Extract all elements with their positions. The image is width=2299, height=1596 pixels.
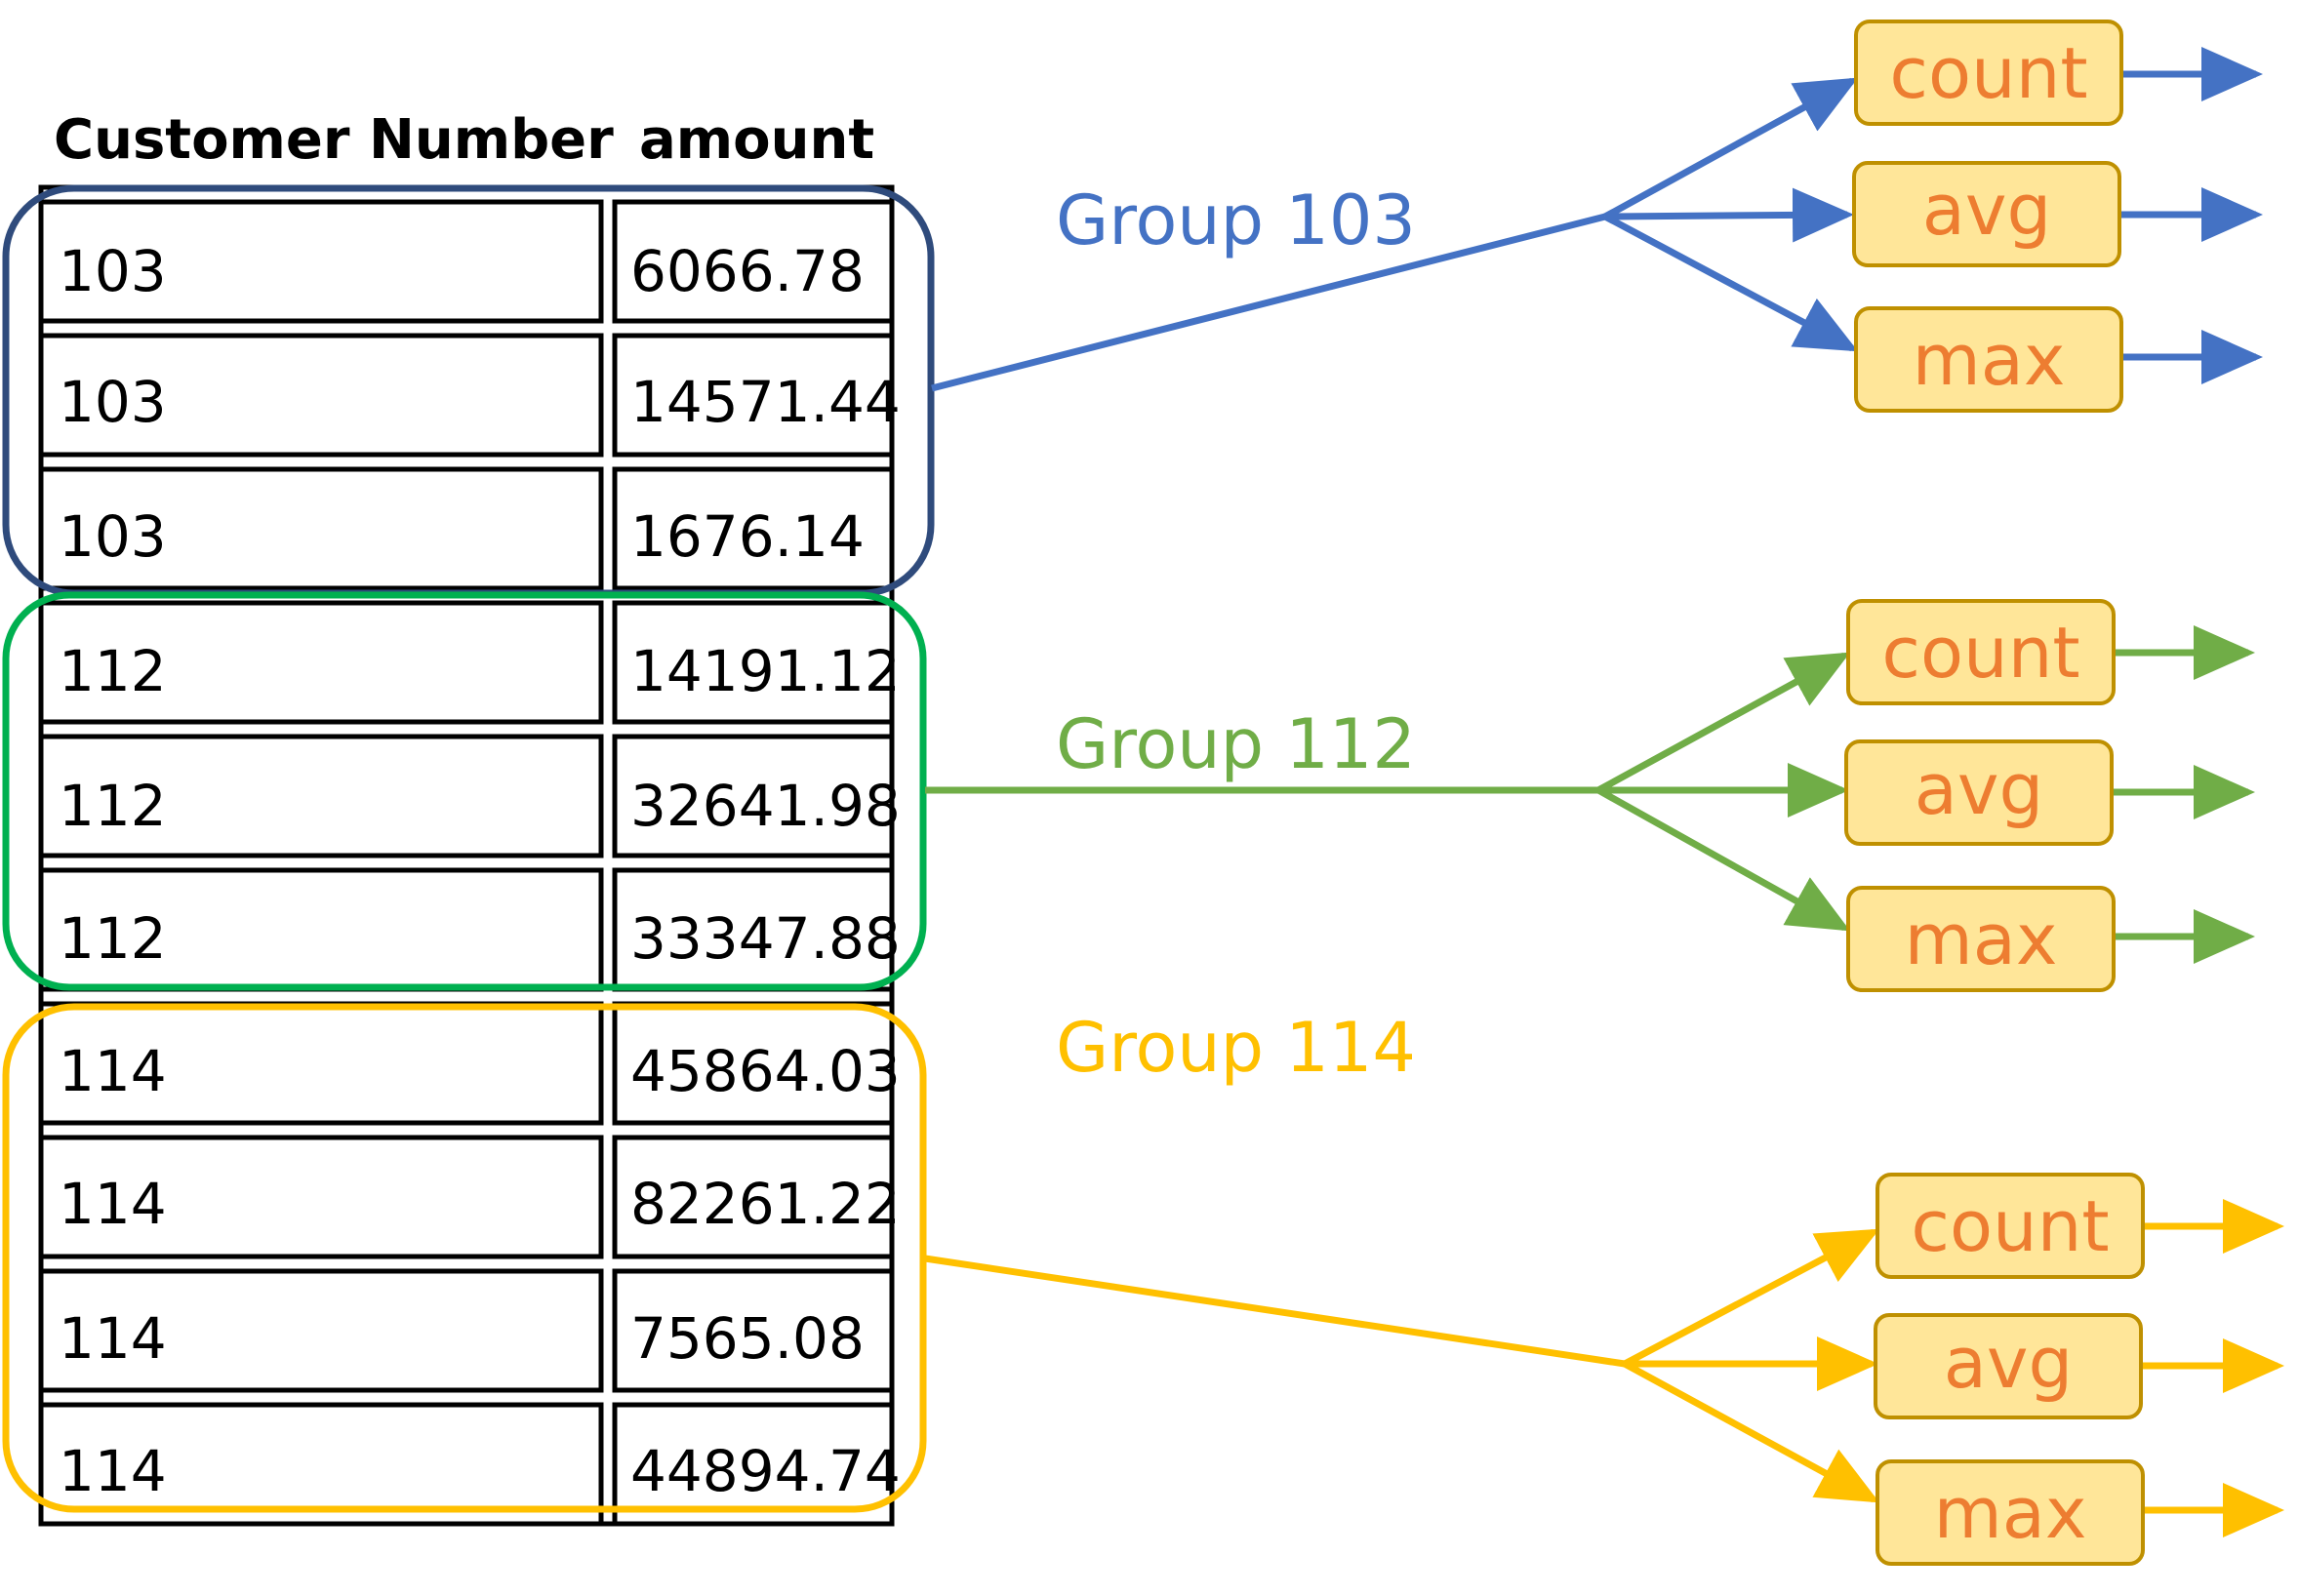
table-row: 103 6066.78 — [38, 199, 895, 324]
cell-customer: 114 — [59, 1438, 167, 1504]
header-amount: amount — [639, 108, 874, 172]
table-row: 103 1676.14 — [38, 466, 895, 591]
aggregate-max-box: max — [1846, 886, 2116, 992]
cell-customer: 103 — [59, 369, 167, 435]
group-103-label: Group 103 — [1056, 180, 1416, 260]
svg-text:count: count — [1881, 612, 2079, 694]
table-body: 103 6066.78 103 14571.44 103 1676.14 112… — [38, 199, 901, 1527]
table-row: 114 7565.08 — [38, 1268, 895, 1393]
aggregate-avg-box: avg — [1844, 739, 2114, 846]
cell-customer: 112 — [59, 905, 167, 972]
aggregate-count-box: count — [1876, 1173, 2145, 1279]
table-row: 112 33347.88 — [38, 867, 901, 992]
svg-text:count: count — [1911, 1185, 2109, 1267]
table-row: 112 14191.12 — [38, 600, 901, 725]
svg-text:avg: avg — [1915, 748, 2043, 830]
cell-amount: 33347.88 — [630, 905, 901, 972]
cell-customer: 112 — [59, 773, 167, 839]
cell-customer: 114 — [59, 1038, 167, 1104]
cell-customer: 112 — [59, 638, 167, 704]
cell-amount: 82261.22 — [630, 1171, 901, 1237]
cell-amount: 45864.03 — [630, 1038, 901, 1104]
group-112-aggregates: count avg max — [1844, 599, 2116, 992]
cell-customer: 103 — [59, 503, 167, 570]
cell-amount: 6066.78 — [630, 238, 865, 304]
group-112-label: Group 112 — [1056, 704, 1416, 784]
cell-customer: 114 — [59, 1305, 167, 1372]
aggregate-max-box: max — [1876, 1459, 2145, 1566]
aggregate-count-box: count — [1854, 20, 2123, 126]
cell-amount: 14571.44 — [630, 369, 901, 435]
svg-text:max: max — [1905, 898, 2058, 980]
table-row: 114 82261.22 — [38, 1135, 901, 1259]
cell-amount: 32641.98 — [630, 773, 901, 839]
table-row: 114 45864.03 — [38, 1001, 901, 1126]
aggregate-count-box: count — [1846, 599, 2116, 705]
svg-text:avg: avg — [1944, 1322, 2073, 1404]
group-114-label: Group 114 — [1056, 1008, 1416, 1088]
svg-text:count: count — [1889, 32, 2087, 114]
group-103-aggregates: count avg max — [1852, 20, 2123, 413]
cell-amount: 7565.08 — [630, 1305, 865, 1372]
cell-customer: 114 — [59, 1171, 167, 1237]
svg-text:avg: avg — [1922, 169, 2051, 251]
cell-customer: 103 — [59, 238, 167, 304]
svg-text:max: max — [1934, 1472, 2087, 1554]
group-114-aggregates: count avg max — [1874, 1173, 2145, 1566]
table-row: 112 32641.98 — [38, 734, 901, 858]
cell-amount: 14191.12 — [630, 638, 901, 704]
cell-amount: 1676.14 — [630, 503, 865, 570]
header-customer-number: Customer Number — [54, 108, 614, 172]
table-row: 103 14571.44 — [38, 333, 901, 458]
aggregate-max-box: max — [1854, 306, 2123, 413]
aggregate-avg-box: avg — [1874, 1313, 2143, 1419]
group-by-diagram: Customer Number amount 103 6066.78 103 1… — [2, 20, 2284, 1566]
aggregate-avg-box: avg — [1852, 161, 2121, 267]
svg-text:max: max — [1913, 319, 2066, 401]
cell-amount: 44894.74 — [630, 1438, 901, 1504]
